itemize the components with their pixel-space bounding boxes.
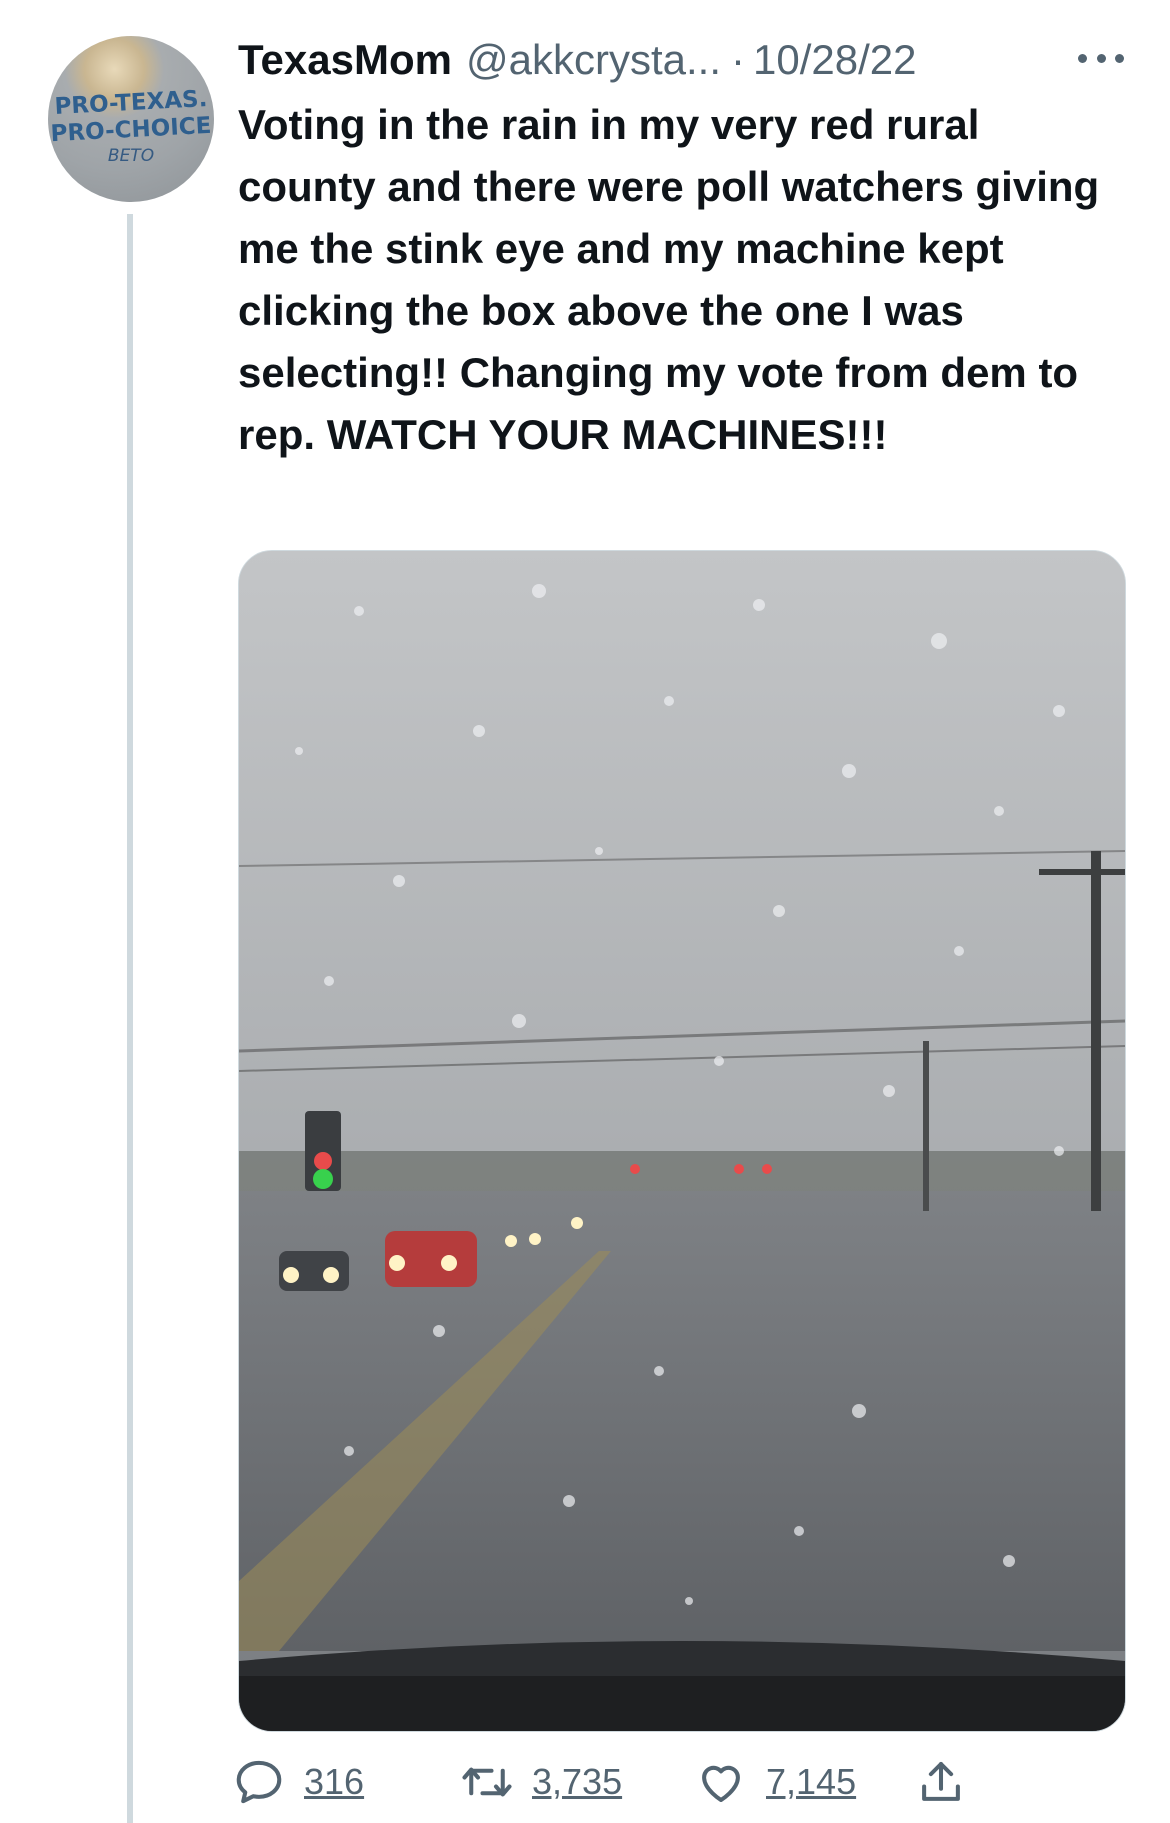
more-icon[interactable] — [1078, 38, 1124, 78]
header-separator: · — [730, 36, 745, 83]
author-handle[interactable]: @akkcrysta... — [466, 36, 721, 84]
avatar-shirt-line2: PRO-CHOICE — [49, 112, 212, 148]
tweet-date[interactable]: 10/28/22 — [753, 36, 917, 84]
tweet-photo[interactable] — [238, 550, 1126, 1732]
tweet-header: TexasMom @akkcrysta... · 10/28/22 — [238, 30, 1138, 90]
avatar-shirt-line3: BETO — [107, 146, 155, 166]
share-button[interactable] — [914, 1752, 968, 1812]
share-icon — [922, 1761, 960, 1801]
tweet: PRO-TEXAS. PRO-CHOICE BETO TexasMom @akk… — [0, 0, 1170, 1823]
reply-icon — [236, 1760, 282, 1804]
thread-line — [127, 214, 133, 1823]
like-button[interactable]: 7,145 — [694, 1752, 856, 1812]
avatar[interactable]: PRO-TEXAS. PRO-CHOICE BETO — [48, 36, 214, 202]
like-count[interactable]: 7,145 — [766, 1761, 856, 1803]
avatar-shirt-print: PRO-TEXAS. PRO-CHOICE BETO — [48, 86, 214, 166]
like-icon — [702, 1765, 740, 1803]
tweet-text: Voting in the rain in my very red rural … — [238, 101, 1111, 458]
reply-count[interactable]: 316 — [304, 1761, 364, 1803]
tweet-actions: 316 3,735 7,145 — [236, 1752, 1138, 1812]
rainy-road-photo — [239, 551, 1125, 1731]
retweet-button[interactable]: 3,735 — [460, 1752, 622, 1812]
retweet-icon — [462, 1767, 512, 1797]
author-name[interactable]: TexasMom — [238, 36, 452, 84]
reply-button[interactable]: 316 — [232, 1752, 364, 1812]
retweet-count[interactable]: 3,735 — [532, 1761, 622, 1803]
